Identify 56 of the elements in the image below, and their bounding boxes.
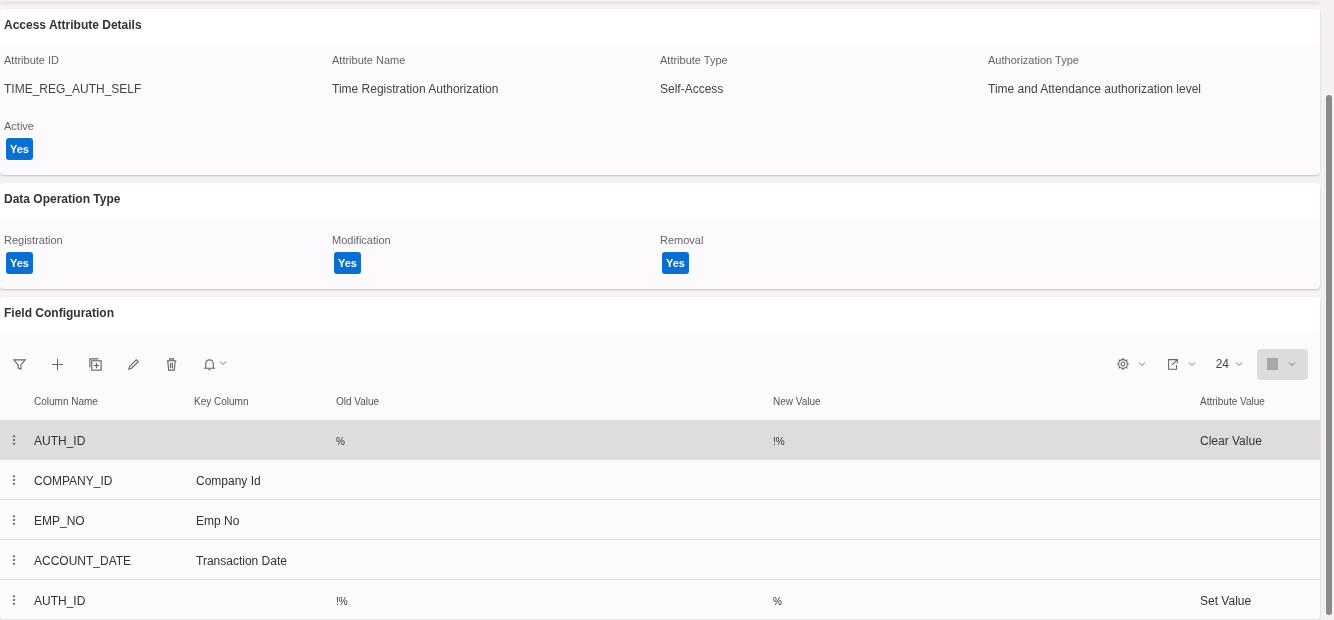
table-cell: Clear Value bbox=[1200, 433, 1262, 448]
status-badge: Yes bbox=[6, 251, 33, 274]
export-dropdown[interactable] bbox=[1165, 357, 1198, 371]
view-dropdown[interactable] bbox=[1257, 348, 1308, 380]
edit-icon[interactable] bbox=[126, 356, 141, 372]
section-title: Data Operation Type bbox=[4, 192, 121, 206]
table-cell: Set Value bbox=[1200, 593, 1252, 608]
field-label: Registration bbox=[4, 233, 64, 248]
bell-icon[interactable] bbox=[202, 356, 217, 372]
table-cell: !% bbox=[336, 595, 348, 607]
field-label: Modification bbox=[332, 233, 392, 248]
table-cell: % bbox=[773, 595, 782, 607]
settings-icon[interactable] bbox=[1115, 357, 1130, 371]
section-title: Field Configuration bbox=[4, 306, 114, 320]
field-label: Active bbox=[4, 119, 35, 134]
export-icon[interactable] bbox=[1165, 357, 1180, 371]
field-value: TIME_REG_AUTH_SELF bbox=[4, 81, 143, 98]
duplicate-icon[interactable] bbox=[88, 356, 103, 372]
table-cell: Transaction Date bbox=[196, 553, 287, 568]
section-title: Access Attribute Details bbox=[4, 17, 142, 32]
settings-dropdown[interactable] bbox=[1115, 357, 1148, 371]
table-row[interactable]: AUTH_ID % !% Clear Value bbox=[0, 420, 1320, 460]
field-value: Self-Access bbox=[660, 81, 725, 98]
table-cell: AUTH_ID bbox=[34, 433, 86, 448]
table-cell: COMPANY_ID bbox=[34, 473, 113, 488]
status-badge: Yes bbox=[662, 251, 689, 274]
field-label: Attribute ID bbox=[4, 52, 61, 68]
field-value: Time Registration Authorization bbox=[332, 81, 500, 98]
table-cell: Emp No bbox=[196, 513, 240, 528]
field-label: Attribute Type bbox=[660, 52, 729, 68]
add-icon[interactable] bbox=[50, 356, 65, 372]
status-badge: Yes bbox=[334, 251, 361, 274]
field-label: Removal bbox=[660, 233, 705, 248]
delete-icon[interactable] bbox=[164, 356, 179, 372]
column-header[interactable]: Attribute Value bbox=[1200, 396, 1265, 407]
table-cell: EMP_NO bbox=[34, 513, 85, 528]
column-header[interactable]: Key Column bbox=[194, 396, 249, 407]
field-label: Authorization Type bbox=[988, 52, 1080, 68]
table-cell: Company Id bbox=[196, 473, 261, 488]
field-value: Time and Attendance authorization level bbox=[988, 81, 1203, 98]
table-row[interactable]: EMP_NO Emp No bbox=[0, 500, 1320, 540]
view-icon bbox=[1267, 358, 1278, 370]
table-cell: AUTH_ID bbox=[34, 593, 86, 608]
filter-icon[interactable] bbox=[12, 356, 27, 372]
column-header[interactable]: Old Value bbox=[336, 396, 380, 407]
status-badge: Yes bbox=[6, 137, 33, 160]
column-header[interactable]: New Value bbox=[773, 396, 821, 407]
table-cell: % bbox=[336, 435, 345, 447]
table-row[interactable]: AUTH_ID !% % Set Value bbox=[0, 580, 1320, 620]
table-cell: !% bbox=[773, 435, 785, 447]
field-label: Attribute Name bbox=[332, 52, 407, 68]
table-row[interactable]: COMPANY_ID Company Id bbox=[0, 460, 1320, 500]
page-size-dropdown[interactable]: 24 bbox=[1215, 355, 1229, 373]
column-header[interactable]: Column Name bbox=[34, 396, 98, 407]
table-cell: ACCOUNT_DATE bbox=[34, 553, 132, 568]
table-row[interactable]: ACCOUNT_DATE Transaction Date bbox=[0, 540, 1320, 580]
